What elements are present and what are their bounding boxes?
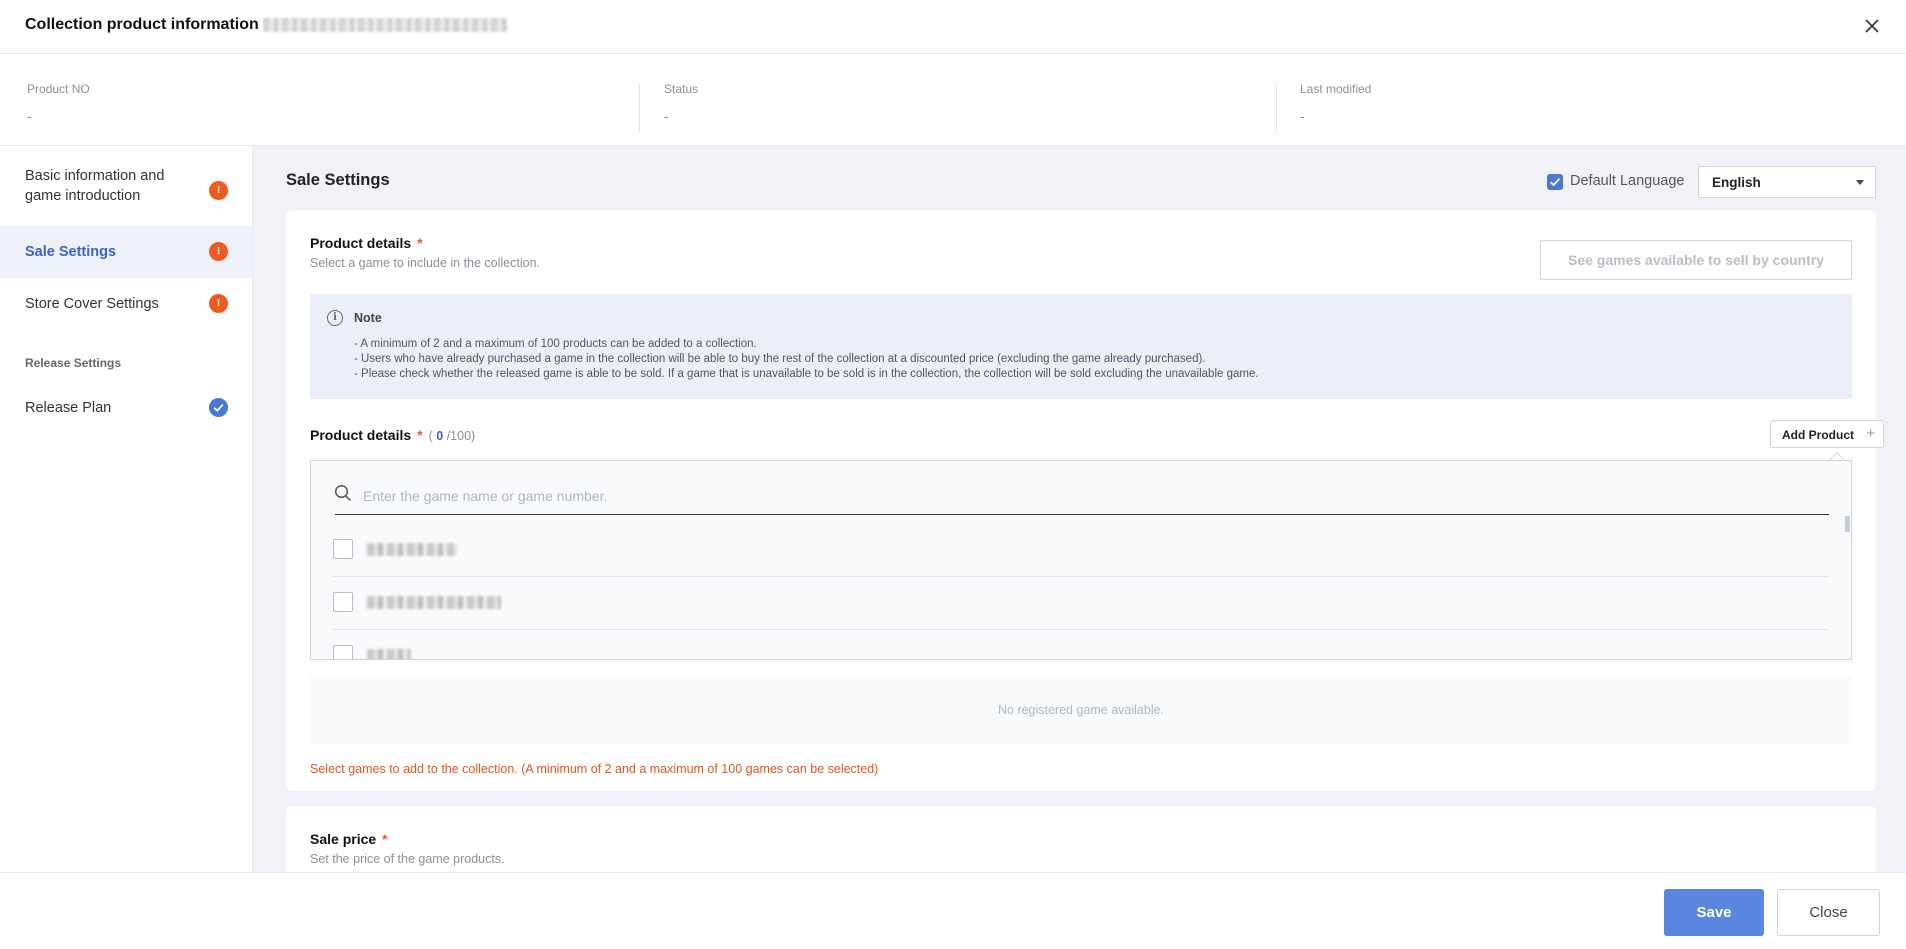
last-modified-field: Last modified - [1300,82,1371,132]
save-button[interactable]: Save [1664,889,1764,936]
close-button[interactable]: Close [1777,889,1880,936]
redacted-game-name [367,649,411,659]
note-line: - Users who have already purchased a gam… [354,353,1206,365]
default-language-label: Default Language [1570,173,1685,189]
close-icon[interactable] [1860,14,1884,38]
status-value: - [664,108,669,124]
product-list-title: Product details *( 0 /100) [310,427,476,443]
sidebar-item-label: Sale Settings [25,244,117,260]
page-title: Sale Settings [286,171,390,189]
main-content: Sale Settings Default Language English P… [253,146,1906,872]
product-details-card: Product details * Select a game to includ… [286,210,1884,791]
option-checkbox[interactable] [333,539,353,559]
empty-state: No registered game available. [310,676,1852,744]
sale-price-card: Sale price * Set the price of the game pr… [286,806,1876,872]
product-no-value: - [27,108,32,124]
divider [1276,83,1277,133]
sidebar-item-label: Release Plan [25,400,112,416]
product-details-title: Product details * [310,235,423,251]
sidebar-section-title: Release Settings [25,356,122,370]
game-search-input[interactable] [335,477,1829,515]
sidebar-item-release-plan[interactable]: Release Plan [0,382,252,434]
sidebar-item-store-cover-settings[interactable]: Store Cover Settings ! [0,278,252,330]
sidebar-item-label: Store Cover Settings [25,296,159,312]
add-product-label: Add Product [1782,428,1854,442]
last-modified-label: Last modified [1300,82,1372,96]
option-checkbox[interactable] [333,645,353,659]
info-icon: i [327,310,343,326]
validation-error: Select games to add to the collection. (… [310,762,879,776]
product-no-label: Product NO [27,82,90,96]
warning-icon: ! [209,181,228,200]
plus-icon: + [1866,425,1875,442]
sale-price-title: Sale price * [310,831,388,847]
warning-icon: ! [209,294,228,313]
modal-header: Collection product information [0,0,1906,54]
note-line: - A minimum of 2 and a maximum of 100 pr… [354,338,757,350]
see-games-by-country-button[interactable]: See games available to sell by country [1540,240,1852,280]
redacted-game-name [367,596,501,609]
note-box: i Note - A minimum of 2 and a maximum of… [310,294,1852,399]
list-item[interactable] [333,630,1829,659]
add-product-button[interactable]: Add Product + [1770,420,1884,448]
language-select[interactable]: English [1698,166,1876,198]
sale-price-subtitle: Set the price of the game products. [310,852,505,866]
scrollbar[interactable] [1845,516,1850,532]
product-no-field: Product NO - [27,82,90,132]
redacted-game-name [367,543,457,556]
note-title: Note [354,311,382,325]
default-language-checkbox[interactable] [1547,174,1563,190]
sidebar-item-sale-settings[interactable]: Sale Settings ! [0,226,252,278]
language-select-value: English [1712,175,1761,190]
status-label: Status [664,82,699,96]
sidebar-item-label: Basic information and game introduction [25,168,165,204]
product-info-bar: Product NO - Status - Last modified - [0,55,1906,146]
divider [639,83,640,133]
note-line: - Please check whether the released game… [354,368,1259,380]
sidebar: Basic information and game introduction … [0,146,253,872]
modal-title: Collection product information [25,16,259,33]
status-field: Status - [664,82,698,132]
option-checkbox[interactable] [333,592,353,612]
last-modified-value: - [1300,108,1305,124]
list-item[interactable] [333,577,1829,630]
list-item[interactable] [333,524,1829,577]
redacted-product-id [263,18,508,32]
product-details-subtitle: Select a game to include in the collecti… [310,256,540,270]
product-search-dropdown [310,460,1852,660]
modal-footer: Save Close [0,872,1906,949]
product-count: ( 0 /100) [428,429,476,443]
check-circle-icon [209,398,228,417]
warning-icon: ! [209,242,228,261]
sidebar-item-basic-information[interactable]: Basic information and game introduction … [0,146,252,226]
chevron-down-icon [1856,180,1864,185]
